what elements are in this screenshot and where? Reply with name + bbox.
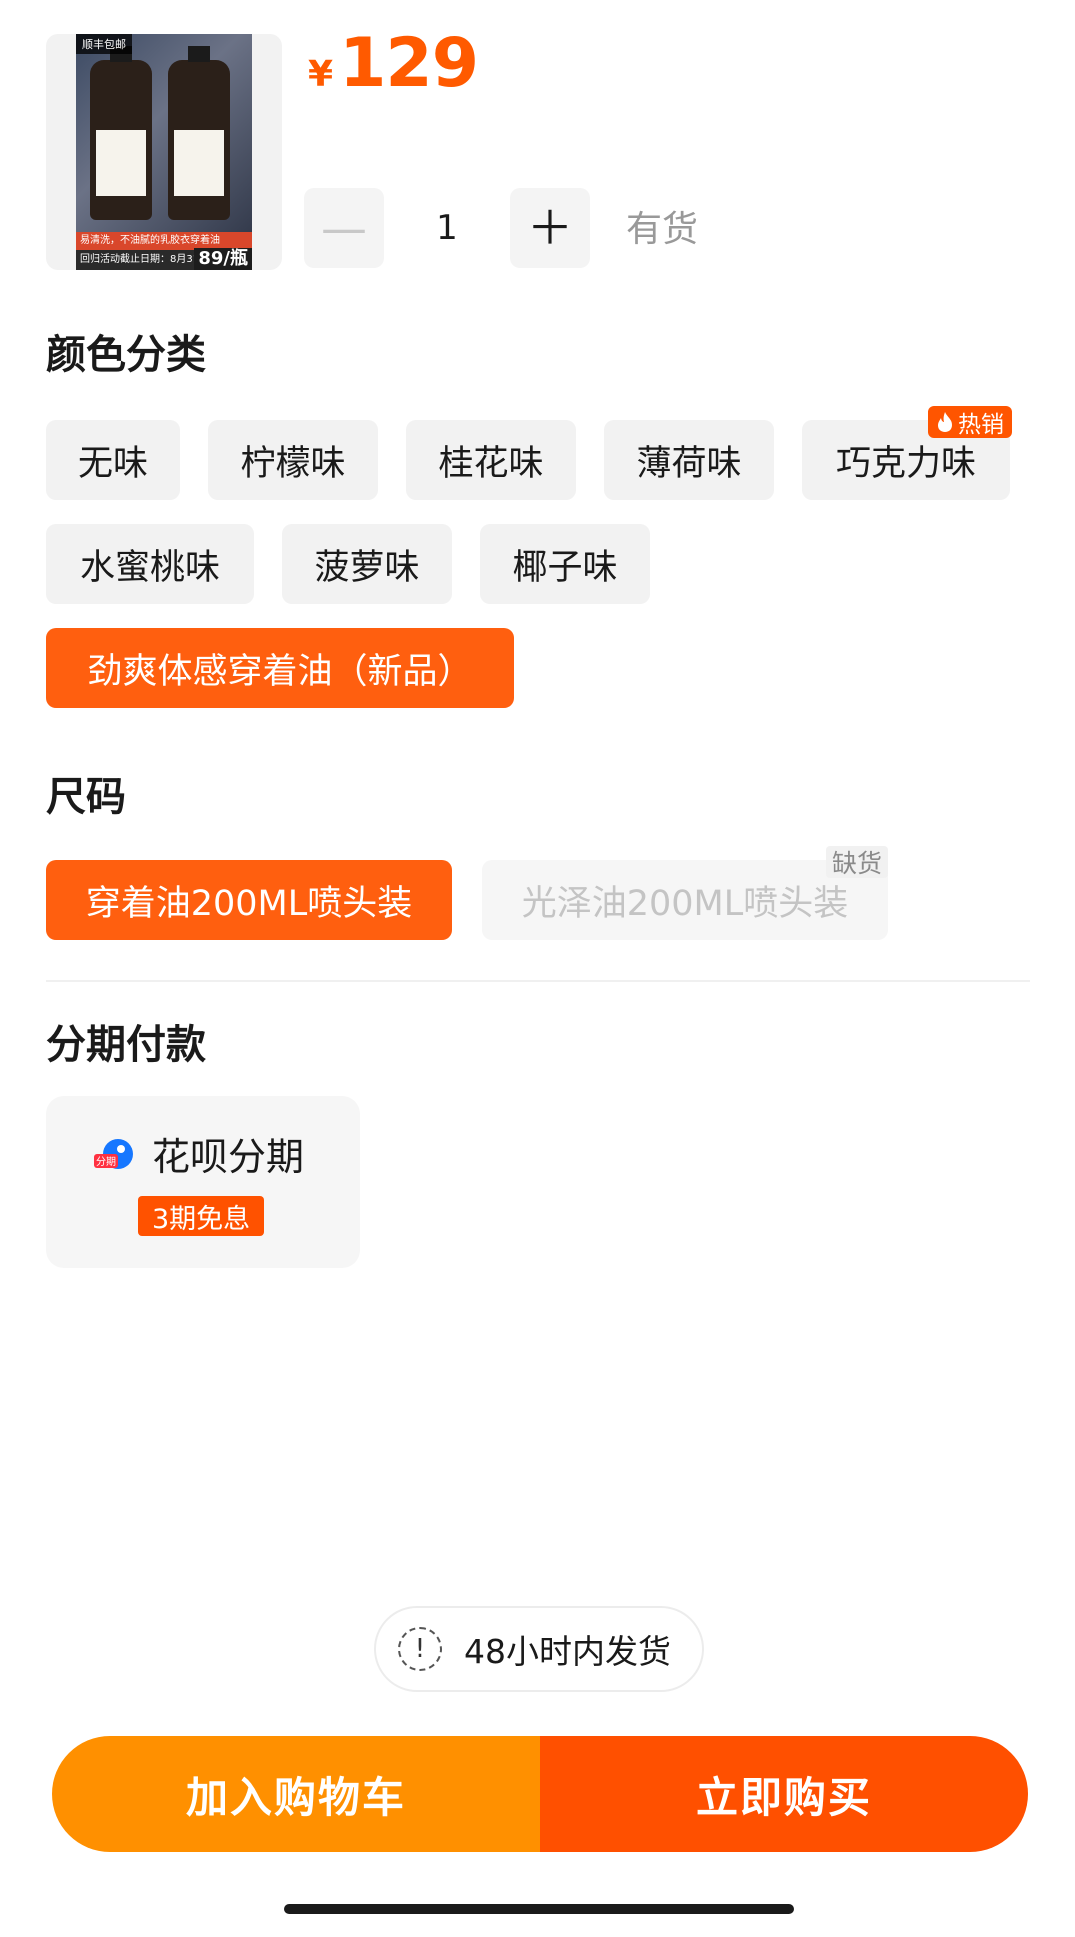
svg-text:分期: 分期 — [96, 1156, 116, 1168]
price: ¥ 129 — [308, 24, 479, 103]
price-value: 129 — [339, 24, 479, 103]
image-promo-price: 89/瓶 — [194, 248, 252, 270]
product-thumbnail[interactable]: 顺丰包邮 易清洗，不油腻的乳胶衣穿着油 回归活动截止日期：8月31日 89/瓶 — [46, 34, 282, 270]
color-option-selected[interactable]: 劲爽体感穿着油（新品） — [46, 628, 514, 708]
color-option-label: 菠萝味 — [314, 547, 420, 588]
color-option-label: 椰子味 — [512, 547, 618, 588]
hot-tag: 热销 — [928, 406, 1012, 438]
color-option-label: 劲爽体感穿着油（新品） — [87, 651, 473, 692]
color-option-label: 无味 — [77, 443, 148, 484]
color-option-label: 水蜜桃味 — [79, 547, 220, 588]
flame-icon — [938, 412, 952, 432]
shipping-notice[interactable]: ! 48小时内发货 — [374, 1606, 704, 1692]
increase-quantity-button[interactable]: ＋ — [510, 188, 590, 268]
quantity-value[interactable]: 1 — [384, 188, 510, 268]
home-indicator[interactable] — [284, 1904, 794, 1914]
color-option-label: 巧克力味 — [835, 443, 976, 484]
minus-icon: — — [321, 201, 367, 255]
hot-tag-label: 热销 — [958, 412, 1004, 438]
color-option[interactable]: 水蜜桃味 — [46, 524, 254, 604]
installment-section-title: 分期付款 — [46, 1022, 206, 1068]
size-section-title: 尺码 — [46, 774, 126, 820]
info-icon: ! — [398, 1627, 442, 1671]
stock-status: 有货 — [626, 209, 699, 250]
huabei-label: 花呗分期 — [152, 1135, 305, 1179]
size-option-label: 穿着油200ML喷头装 — [85, 883, 413, 924]
color-option[interactable]: 巧克力味 热销 — [802, 406, 1012, 500]
color-option[interactable]: 椰子味 — [480, 524, 650, 604]
decrease-quantity-button[interactable]: — — [304, 188, 384, 268]
size-option-selected[interactable]: 穿着油200ML喷头装 — [46, 860, 452, 940]
section-divider — [46, 980, 1030, 982]
size-option-disabled[interactable]: 光泽油200ML喷头装 缺货 — [482, 846, 888, 940]
color-option[interactable]: 桂花味 — [406, 420, 576, 500]
color-option[interactable]: 无味 — [46, 420, 180, 500]
color-option[interactable]: 菠萝味 — [282, 524, 452, 604]
size-option-label: 光泽油200ML喷头装 — [521, 883, 849, 924]
bottle-left — [90, 46, 152, 220]
color-option[interactable]: 薄荷味 — [604, 420, 774, 500]
plus-icon: ＋ — [527, 201, 573, 255]
interest-free-badge: 3期免息 — [138, 1196, 265, 1236]
color-section-title: 颜色分类 — [46, 332, 206, 378]
shipping-text: 48小时内发货 — [464, 1632, 671, 1671]
huabei-installment-option[interactable]: 分期 花呗分期 3期免息 — [46, 1096, 360, 1268]
color-option[interactable]: 柠檬味 — [208, 420, 378, 500]
color-option-label: 柠檬味 — [240, 443, 346, 484]
add-to-cart-button[interactable]: 加入购物车 — [52, 1736, 540, 1852]
bottle-right — [168, 46, 230, 220]
buy-now-button[interactable]: 立即购买 — [540, 1736, 1028, 1852]
currency-symbol: ¥ — [308, 54, 334, 95]
image-badge: 顺丰包邮 — [76, 34, 132, 54]
out-of-stock-tag: 缺货 — [825, 846, 888, 878]
color-option-label: 桂花味 — [438, 443, 544, 484]
color-option-label: 薄荷味 — [636, 443, 742, 484]
huabei-icon: 分期 — [94, 1139, 133, 1169]
